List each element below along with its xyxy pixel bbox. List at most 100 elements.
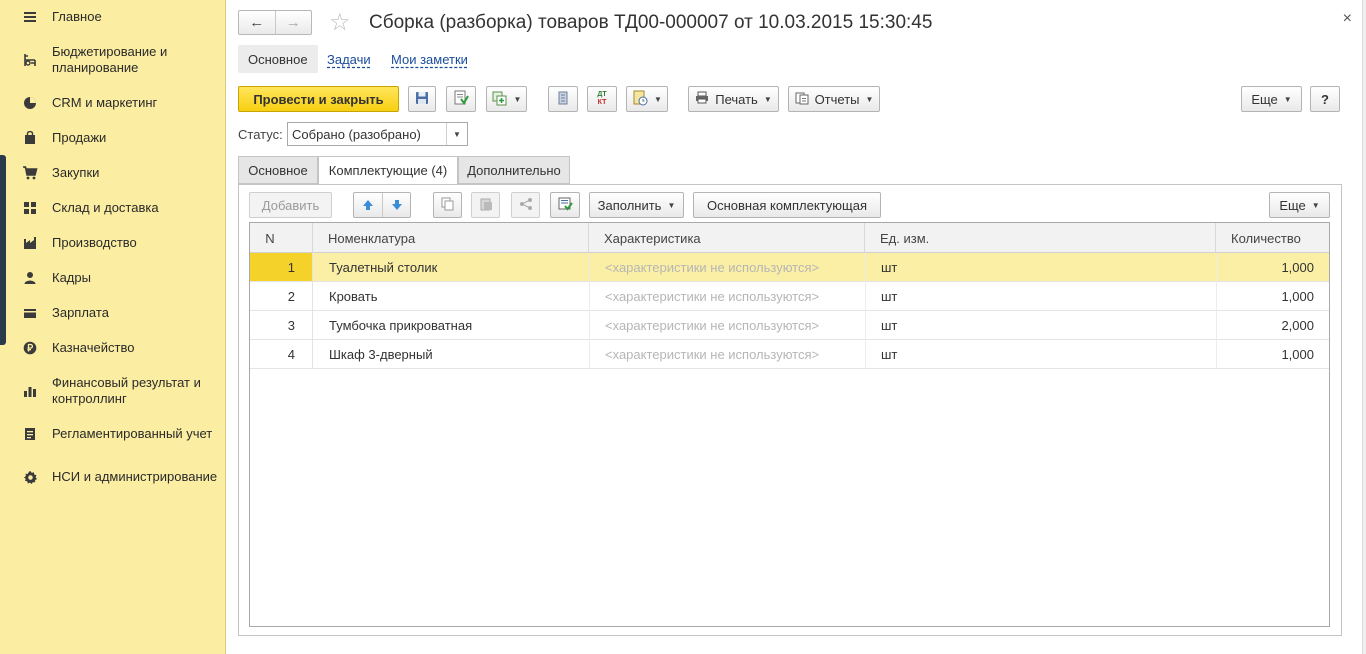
tab-components[interactable]: Комплектующие (4)	[318, 156, 458, 185]
cart-icon	[22, 165, 38, 181]
chevron-down-icon: ▼	[865, 94, 874, 104]
tab-tasks[interactable]: Задачи	[317, 45, 381, 73]
add-button[interactable]: Добавить	[249, 192, 332, 218]
sidebar-item-regulated-accounting[interactable]: Регламентированный учет	[0, 425, 226, 443]
sidebar-item-label: Склад и доставка	[52, 200, 159, 215]
row-unit[interactable]: шт	[881, 311, 897, 339]
chevron-down-icon[interactable]: ▼	[446, 123, 467, 145]
fill-button[interactable]: Заполнить ▼	[589, 192, 684, 218]
back-button[interactable]: ←	[239, 11, 275, 34]
sidebar-item-budgeting[interactable]: Бюджетирование и планирование	[0, 43, 226, 77]
column-divider	[1216, 253, 1217, 370]
reports-button[interactable]: Отчеты ▼	[788, 86, 880, 112]
wallet-icon	[22, 305, 38, 321]
row-qty[interactable]: 1,000	[1216, 282, 1314, 310]
column-header-n[interactable]: N	[250, 223, 313, 253]
row-qty[interactable]: 2,000	[1216, 311, 1314, 339]
arrow-down-icon[interactable]	[382, 193, 410, 217]
help-button[interactable]: ?	[1310, 86, 1340, 112]
gear-icon	[22, 469, 38, 485]
chevron-down-icon: ▼	[667, 200, 676, 210]
row-characteristic[interactable]: <характеристики не используются>	[605, 282, 819, 310]
structure-list-icon	[556, 91, 570, 108]
sidebar-item-label: Зарплата	[52, 305, 109, 320]
sidebar-item-label: Главное	[52, 9, 102, 24]
sidebar-item-salary[interactable]: Зарплата	[0, 304, 226, 322]
row-qty[interactable]: 1,000	[1216, 253, 1314, 281]
sidebar-item-label: Кадры	[52, 270, 91, 285]
row-characteristic[interactable]: <характеристики не используются>	[605, 311, 819, 339]
table-row[interactable]: 4 Шкаф 3-дверный <характеристики не испо…	[250, 340, 1329, 369]
print-button[interactable]: Печать ▼	[688, 86, 779, 112]
row-item[interactable]: Кровать	[329, 282, 377, 310]
check-list-button[interactable]	[550, 192, 580, 218]
row-item[interactable]: Тумбочка прикроватная	[329, 311, 472, 339]
favorite-star-icon[interactable]: ☆	[329, 8, 351, 37]
sidebar-item-crm[interactable]: CRM и маркетинг	[0, 94, 226, 112]
sidebar-item-hr[interactable]: Кадры	[0, 269, 226, 287]
sidebar-item-label: НСИ и администрирование	[52, 469, 218, 484]
tab-main-section[interactable]: Основное	[238, 156, 318, 184]
main-component-button[interactable]: Основная комплектующая	[693, 192, 881, 218]
row-characteristic[interactable]: <характеристики не используются>	[605, 340, 819, 368]
table-row[interactable]: 1 Туалетный столик <характеристики не ис…	[250, 253, 1329, 282]
floppy-disk-icon	[415, 91, 429, 108]
components-table: N Номенклатура Характеристика Ед. изм. К…	[249, 222, 1330, 627]
column-divider	[865, 253, 866, 370]
tab-main[interactable]: Основное	[238, 45, 318, 73]
fill-label: Заполнить	[597, 197, 662, 213]
post-button[interactable]	[446, 86, 476, 112]
row-item[interactable]: Шкаф 3-дверный	[329, 340, 433, 368]
sidebar: Главное Бюджетирование и планирование CR…	[0, 0, 226, 654]
close-icon[interactable]: ×	[1343, 10, 1352, 28]
ruble-icon	[22, 340, 38, 356]
column-header-unit[interactable]: Ед. изм.	[865, 223, 1216, 253]
column-divider	[589, 253, 590, 370]
sidebar-item-purchases[interactable]: Закупки	[0, 164, 226, 182]
status-select[interactable]: Собрано (разобрано) ▼	[287, 122, 468, 146]
row-unit[interactable]: шт	[881, 282, 897, 310]
column-header-item[interactable]: Номенклатура	[313, 223, 589, 253]
create-based-on-icon	[492, 90, 508, 109]
more-button[interactable]: Еще ▼	[1241, 86, 1302, 112]
post-and-close-button[interactable]: Провести и закрыть	[238, 86, 399, 112]
sidebar-item-main[interactable]: Главное	[0, 8, 226, 26]
sidebar-item-label: Казначейство	[52, 340, 135, 355]
copy-row-button[interactable]	[433, 192, 462, 218]
paste-button[interactable]	[471, 192, 500, 218]
structure-button[interactable]	[548, 86, 578, 112]
sidebar-item-sales[interactable]: Продажи	[0, 129, 226, 147]
arrow-up-icon[interactable]	[354, 199, 382, 211]
sidebar-item-treasury[interactable]: Казначейство	[0, 339, 226, 357]
page-title: Сборка (разборка) товаров ТД00-000007 от…	[369, 12, 933, 33]
create-based-on-button[interactable]: ▼	[486, 86, 527, 112]
sidebar-item-warehouse[interactable]: Склад и доставка	[0, 199, 226, 217]
row-unit[interactable]: шт	[881, 253, 897, 281]
person-icon	[22, 270, 38, 286]
document-clock-icon	[632, 90, 648, 109]
save-button[interactable]	[408, 86, 436, 112]
tab-my-notes[interactable]: Мои заметки	[381, 45, 478, 73]
dt-kt-button[interactable]: ДТ КТ	[587, 86, 617, 112]
chevron-down-icon: ▼	[1283, 94, 1292, 104]
chevron-down-icon: ▼	[654, 94, 662, 104]
tab-additional[interactable]: Дополнительно	[458, 156, 570, 184]
row-characteristic[interactable]: <характеристики не используются>	[605, 253, 819, 281]
document-actions-button[interactable]: ▼	[626, 86, 668, 112]
row-qty[interactable]: 1,000	[1216, 340, 1314, 368]
bar-chart-icon	[22, 383, 38, 399]
table-row[interactable]: 2 Кровать <характеристики не используютс…	[250, 282, 1329, 311]
table-more-label: Еще	[1279, 197, 1306, 213]
sidebar-item-financial-result[interactable]: Финансовый результат и контроллинг	[0, 374, 226, 408]
sidebar-item-production[interactable]: Производство	[0, 234, 226, 252]
forward-button[interactable]: →	[274, 11, 312, 34]
column-header-characteristic[interactable]: Характеристика	[589, 223, 865, 253]
table-more-button[interactable]: Еще ▼	[1269, 192, 1330, 218]
chevron-down-icon: ▼	[513, 94, 522, 104]
split-button[interactable]	[511, 192, 540, 218]
table-row[interactable]: 3 Тумбочка прикроватная <характеристики …	[250, 311, 1329, 340]
row-item[interactable]: Туалетный столик	[329, 253, 437, 281]
column-header-qty[interactable]: Количество	[1216, 223, 1329, 253]
sidebar-item-nsi-admin[interactable]: НСИ и администрирование	[0, 460, 226, 494]
row-unit[interactable]: шт	[881, 340, 897, 368]
